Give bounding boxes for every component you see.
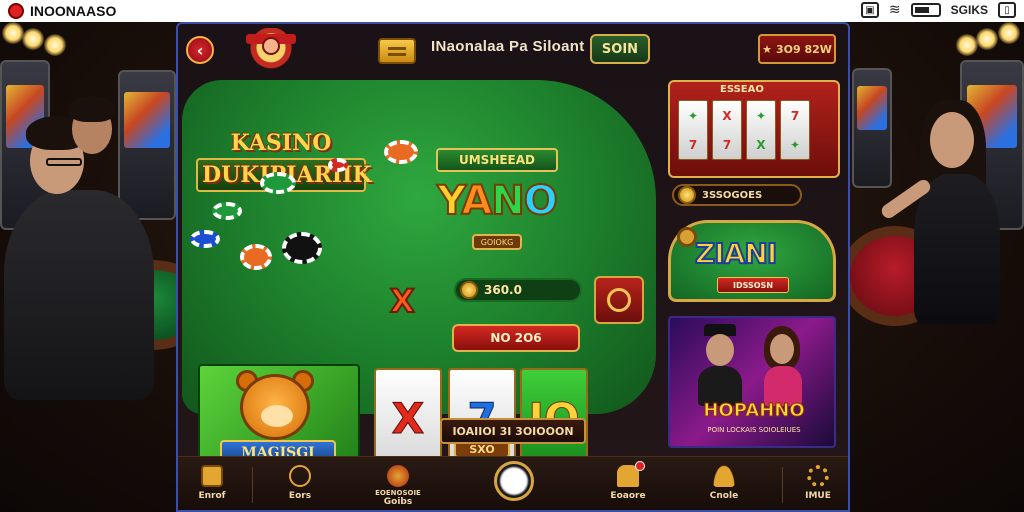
app-logo-icon (8, 3, 24, 19)
ziani-play-button[interactable]: IDSSOSN (717, 277, 789, 293)
balance-display: 360.0 (454, 278, 582, 302)
yano-game-logo[interactable]: UMSHEEAD YANO GOIOKG (422, 148, 572, 268)
spin-button[interactable] (594, 276, 644, 324)
nav-item-chips[interactable]: EOENOSOIE Goibs (368, 461, 428, 509)
ceiling-lamp (22, 28, 44, 50)
mini-reel: X7 (712, 100, 742, 160)
slots-jackpot-value: 3SSOGOES (702, 189, 763, 201)
nav-label: IMUE (805, 491, 831, 501)
host-female-icon (760, 326, 804, 406)
yano-subtitle: GOIOKG (472, 234, 522, 250)
wallet-icon (201, 465, 223, 487)
wifi-icon: ≋ (888, 2, 901, 18)
x-symbol: X (389, 281, 416, 321)
settings-icon (807, 465, 829, 487)
ceiling-lamp (44, 34, 66, 56)
chip-icon (384, 140, 418, 164)
search-icon (289, 465, 311, 487)
spin-icon (607, 288, 631, 312)
nav-divider (782, 467, 783, 503)
chip-icon (387, 465, 409, 487)
hopano-game-card[interactable]: HOPAHNO POIN LOCKAIS SOIOLEIUES (668, 316, 836, 448)
ziani-game-card[interactable]: ZIANI IDSSOSN (668, 220, 836, 302)
bg-player-right (874, 96, 1014, 356)
ceiling-lamp (2, 22, 24, 44)
chevron-left-icon: ‹ (196, 40, 204, 60)
ceiling-lamp (956, 34, 978, 56)
ceiling-lamp (976, 28, 998, 50)
slots-jackpot: 3SSOGOES (672, 184, 802, 206)
nav-item-profile[interactable]: Cnole (694, 461, 754, 509)
chip-icon (190, 230, 220, 248)
bonus-label: 3O9 82W (775, 42, 832, 56)
signin-button[interactable]: SOIN (590, 34, 650, 64)
header: ‹ INaonalaa Pa Siloant SOIN ★ 3O9 82W (178, 24, 848, 76)
phone-icon: ▯ (998, 2, 1016, 18)
kasino-logo-line1: KASINO (230, 130, 332, 156)
slot-reel-1[interactable]: X (374, 368, 442, 468)
battery-icon (910, 3, 941, 17)
screen-icon: ▣ (860, 2, 879, 18)
chip-icon (677, 227, 697, 247)
status-app-name: INOONAASO (30, 3, 117, 19)
nav-label: Eoaore (610, 491, 646, 501)
nav-top-label: EOENOSOIE (375, 489, 421, 497)
bottom-nav: Enrof Eors EOENOSOIE Goibs Eoaore Cnole … (178, 456, 848, 510)
nav-item-search[interactable]: Eors (270, 461, 330, 509)
slots-game-card[interactable]: ESSEAO ✦ 7 X7 ✦ X 7 ✦ (668, 80, 840, 178)
star-icon: ★ (762, 42, 772, 56)
page-title: INaonalaa Pa Siloant (431, 38, 585, 55)
host-male-icon (698, 324, 742, 406)
chip-icon (282, 232, 322, 264)
user-icon (713, 465, 735, 487)
yano-banner: UMSHEEAD (436, 148, 558, 172)
mini-reel: 7 ✦ (780, 100, 810, 160)
chip-icon (328, 158, 348, 172)
games-icon (617, 461, 645, 487)
game-window: ‹ INaonalaa Pa Siloant SOIN ★ 3O9 82W KA… (176, 22, 850, 512)
play-button[interactable]: NO 2O6 (452, 324, 580, 352)
game-table: KASINO DUKIPIARIIK UMSHEEAD YANO GOIOKG … (182, 80, 656, 482)
status-bar: INOONAASO ▣ ≋ SGIKS ▯ (0, 0, 1024, 22)
bet-display[interactable]: IOAIIOI 3I 3OIOOON (440, 418, 586, 444)
coin-icon (460, 281, 478, 299)
status-time: SGIKS (950, 3, 988, 17)
nav-item-games[interactable]: Eoaore (598, 461, 658, 509)
nav-divider (252, 467, 253, 503)
nav-label: Goibs (383, 497, 413, 507)
notification-badge (635, 461, 645, 471)
nav-item-settings[interactable]: IMUE (788, 461, 848, 509)
nav-label: Enrof (198, 491, 226, 501)
nav-item-wallet[interactable]: Enrof (182, 461, 242, 509)
ceiling-lamp (998, 22, 1020, 44)
bg-player-back (62, 94, 142, 214)
ziani-title: ZIANI (694, 236, 778, 271)
bonus-button[interactable]: ★ 3O9 82W (758, 34, 836, 64)
mini-reel: ✦ 7 (678, 100, 708, 160)
nav-label: Eors (288, 491, 312, 501)
bear-mascot-icon (240, 374, 310, 440)
slots-title: ESSEAO (720, 84, 764, 95)
chip-icon (212, 202, 242, 220)
back-button[interactable]: ‹ (186, 36, 214, 64)
chip-icon (260, 172, 296, 194)
status-indicators: ▣ ≋ SGIKS ▯ (860, 2, 1016, 18)
chip-icon (240, 244, 272, 270)
mascot-logo (240, 28, 302, 72)
nav-label: Cnole (709, 491, 739, 501)
hopano-title: HOPAHNO (703, 400, 805, 422)
coin-icon (678, 186, 696, 204)
hopano-subtitle: POIN LOCKAIS SOIOLEIUES (707, 426, 801, 434)
yano-title: YANO (436, 177, 559, 225)
menu-icon[interactable] (378, 38, 416, 64)
mini-reel: ✦ X (746, 100, 776, 160)
balance-value: 360.0 (484, 283, 522, 297)
home-spin-button[interactable] (494, 461, 534, 501)
